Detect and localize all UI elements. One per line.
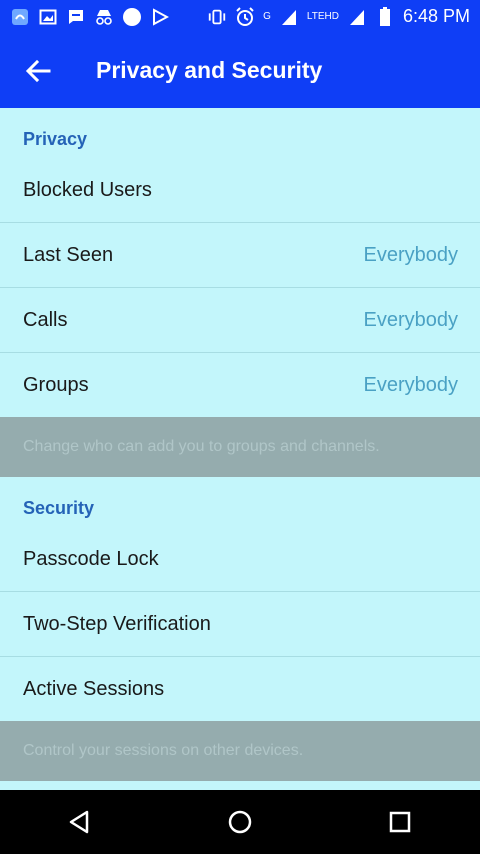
circle-icon [122,7,142,27]
signal-icon [279,7,299,27]
system-icons: G LTEHD 6:48 PM [207,6,480,27]
item-label: Last Seen [23,243,114,266]
navigation-bar [0,790,480,854]
nav-recents-button[interactable] [370,792,430,852]
item-label: Two-Step Verification [23,612,211,635]
lte-label: LTEHD [306,11,339,22]
app-icon [10,7,30,27]
battery-icon [375,6,395,27]
play-store-icon [150,7,170,27]
privacy-info-text: Change who can add you to groups and cha… [0,417,480,477]
privacy-section-header: Privacy [23,129,88,149]
incognito-icon [94,7,114,27]
item-label: Passcode Lock [23,547,159,570]
status-bar: G LTEHD 6:48 PM [0,0,480,33]
item-label: Calls [23,308,68,331]
alarm-icon [235,6,255,27]
two-step-verification-item[interactable]: Two-Step Verification [0,592,480,657]
nav-back-button[interactable] [50,792,110,852]
groups-item[interactable]: Groups Everybody [0,353,480,417]
recents-square-icon [389,811,411,833]
nav-home-button[interactable] [210,792,270,852]
clock: 6:48 PM [402,6,470,26]
notification-icons [0,7,170,27]
settings-list: Privacy Blocked Users Last Seen Everybod… [0,108,480,790]
security-info-text: Control your sessions on other devices. [0,721,480,781]
active-sessions-item[interactable]: Active Sessions [0,657,480,721]
item-label: Blocked Users [23,178,152,201]
passcode-lock-item[interactable]: Passcode Lock [0,527,480,592]
item-label: Groups [23,373,89,396]
page-title: Privacy and Security [96,57,323,83]
vibrate-icon [207,7,227,27]
item-value: Everybody [363,373,459,396]
blocked-users-item[interactable]: Blocked Users [0,158,480,223]
network-type-label: G [263,11,271,22]
back-arrow-icon [25,59,51,82]
calls-item[interactable]: Calls Everybody [0,288,480,353]
signal-icon [347,7,367,27]
item-label: Active Sessions [23,677,165,700]
last-seen-item[interactable]: Last Seen Everybody [0,223,480,288]
back-button[interactable] [18,51,58,91]
home-circle-icon [228,810,252,834]
gallery-icon [38,7,58,27]
security-section-header: Security [23,498,95,518]
app-bar: Privacy and Security [0,33,480,108]
item-value: Everybody [363,243,459,266]
item-value: Everybody [363,308,459,331]
message-icon [66,7,86,27]
back-triangle-icon [69,810,89,834]
